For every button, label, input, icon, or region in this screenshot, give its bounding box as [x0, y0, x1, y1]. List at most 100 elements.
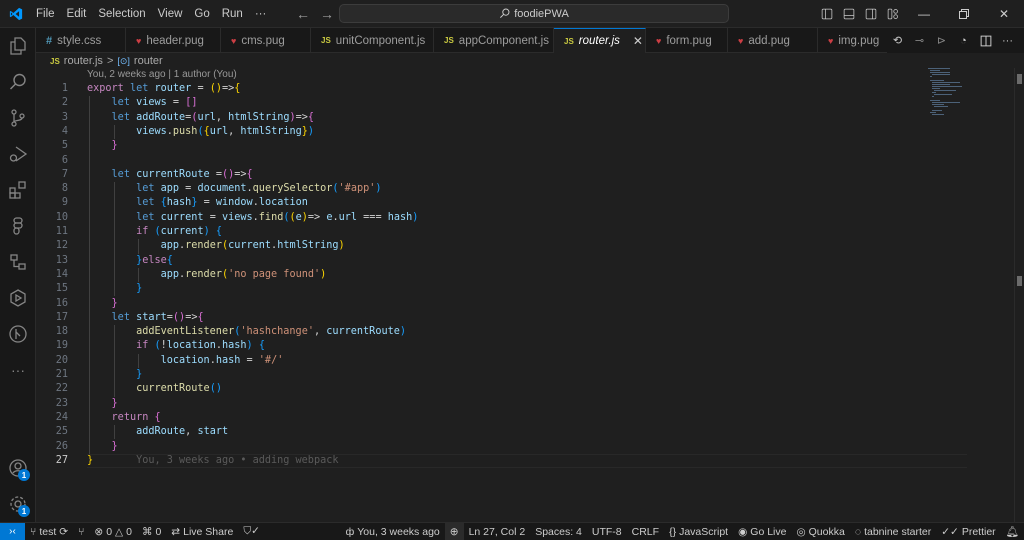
figma-icon[interactable]: [0, 208, 36, 244]
remote-explorer-icon[interactable]: [0, 244, 36, 280]
code-line[interactable]: 17 let start=()=>{: [36, 311, 936, 325]
tab-unitcomponent-js[interactable]: JS unitComponent.js: [311, 28, 434, 53]
code-line[interactable]: 16 }: [36, 297, 936, 311]
indentation[interactable]: Spaces: 4: [530, 523, 587, 540]
tab-cms-pug[interactable]: ♥ cms.pug: [221, 28, 311, 53]
cursor-position[interactable]: Ln 27, Col 2: [464, 523, 531, 540]
tabnine-button[interactable]: ◌ tabnine starter: [850, 523, 936, 540]
code-line[interactable]: 22 currentRoute(): [36, 382, 936, 396]
close-tab-icon[interactable]: ✕: [633, 34, 643, 48]
go-live-button[interactable]: ◉ Go Live: [733, 523, 791, 540]
end-of-line[interactable]: CRLF: [627, 523, 664, 540]
menu-bar: File Edit Selection View Go Run ···: [30, 0, 272, 28]
code-line[interactable]: 26 }: [36, 440, 936, 454]
restore-icon[interactable]: [944, 0, 984, 28]
code-line[interactable]: 18 addEventListener('hashchange', curren…: [36, 325, 936, 339]
code-line[interactable]: 15 }: [36, 282, 936, 296]
git-blame-status[interactable]: ф You, 3 weeks ago: [341, 523, 445, 540]
code-line[interactable]: 14 app.render('no page found'): [36, 268, 936, 282]
tab-add-pug[interactable]: ♥ add.pug: [728, 28, 818, 53]
close-icon[interactable]: ✕: [984, 0, 1024, 28]
tab-router-js[interactable]: JS router.js ✕: [554, 28, 646, 53]
git-graph-timeline-icon[interactable]: ◔: [953, 28, 974, 53]
menu-view[interactable]: View: [152, 0, 189, 28]
toggle-panel-icon[interactable]: [838, 0, 860, 28]
code-line[interactable]: 10 let current = views.find((e)=> e.url …: [36, 211, 936, 225]
breadcrumb-symbol[interactable]: router: [134, 55, 163, 67]
menu-edit[interactable]: Edit: [61, 0, 93, 28]
encoding[interactable]: UTF-8: [587, 523, 627, 540]
git-graph-status-icon[interactable]: ⑂: [73, 523, 89, 540]
menu-file[interactable]: File: [30, 0, 61, 28]
code-line[interactable]: 27} You, 3 weeks ago • adding webpack: [36, 453, 967, 469]
minimize-icon[interactable]: —: [904, 0, 944, 28]
back-arrow-icon[interactable]: ←: [294, 6, 312, 22]
code-line[interactable]: 19 if (!location.hash) {: [36, 339, 936, 353]
tab-style-css[interactable]: # style.css: [36, 28, 126, 53]
code-line[interactable]: 7 let currentRoute =()=>{: [36, 168, 936, 182]
prettier-button[interactable]: ✓✓ Prettier: [936, 523, 1000, 540]
remote-indicator-icon[interactable]: ›‹: [0, 522, 25, 540]
tab-img-pug[interactable]: ♥ img.pug: [818, 28, 898, 53]
code-line[interactable]: 25 addRoute, start: [36, 425, 936, 439]
split-editor-icon[interactable]: [975, 28, 996, 53]
code-line[interactable]: 1 export let router = ()=>{: [36, 82, 936, 96]
quokka-button[interactable]: ◎ Quokka: [791, 523, 849, 540]
language-mode[interactable]: {} JavaScript: [664, 523, 733, 540]
search-icon[interactable]: [0, 64, 36, 100]
more-icon[interactable]: ···: [0, 352, 36, 388]
open-changes-icon[interactable]: ⊸: [909, 28, 930, 53]
code-line[interactable]: 23 }: [36, 397, 936, 411]
code-line[interactable]: 4 views.push({url, htmlString}): [36, 125, 936, 139]
toggle-secondary-sidebar-icon[interactable]: [860, 0, 882, 28]
accounts-icon[interactable]: 1: [0, 450, 36, 486]
git-codelens[interactable]: You, 2 weeks ago | 1 author (You): [87, 69, 237, 80]
code-line[interactable]: 21 }: [36, 368, 936, 382]
command-center-search[interactable]: foodiePWA: [339, 4, 729, 23]
live-share-panel-icon[interactable]: [0, 280, 36, 316]
menu-selection[interactable]: Selection: [92, 0, 151, 28]
tab-appcomponent-js[interactable]: JS appComponent.js: [434, 28, 554, 53]
live-share-button[interactable]: ⇄ Live Share: [166, 523, 238, 540]
ports-indicator[interactable]: ⌘ 0: [137, 523, 166, 540]
code-line[interactable]: 13 }else{: [36, 254, 936, 268]
problems-indicator[interactable]: ⊗ 0 △ 0: [89, 523, 137, 540]
vertical-scrollbar[interactable]: [1014, 68, 1024, 522]
zoom-icon[interactable]: ⊕: [444, 522, 464, 540]
explorer-icon[interactable]: [0, 28, 36, 64]
branch-indicator[interactable]: ⑂ test ⟳: [25, 523, 73, 540]
code-line[interactable]: 20 location.hash = '#/': [36, 354, 936, 368]
code-line[interactable]: 8 let app = document.querySelector('#app…: [36, 182, 936, 196]
code-line[interactable]: 2 let views = []: [36, 96, 936, 110]
menu-more[interactable]: ···: [249, 0, 273, 28]
menu-run[interactable]: Run: [216, 0, 249, 28]
code-line[interactable]: 24 return {: [36, 411, 936, 425]
code-line[interactable]: 3 let addRoute=(url, htmlString)=>{: [36, 111, 936, 125]
open-next-change-icon[interactable]: ⊳: [931, 28, 952, 53]
customize-layout-icon[interactable]: [882, 0, 904, 28]
run-and-debug-icon[interactable]: [0, 136, 36, 172]
code-line[interactable]: 11 if (current) {: [36, 225, 936, 239]
git-graph-icon[interactable]: [0, 316, 36, 352]
settings-gear-icon[interactable]: 1: [0, 486, 36, 522]
notifications-bell-icon[interactable]: 🔔︎: [1001, 523, 1024, 540]
sync-icon[interactable]: ⟳: [59, 526, 68, 538]
forward-arrow-icon[interactable]: →: [318, 6, 336, 22]
code-line[interactable]: 12 app.render(current.htmlString): [36, 239, 936, 253]
tab-form-pug[interactable]: ♥ form.pug: [646, 28, 728, 53]
code-line[interactable]: 5 }: [36, 139, 936, 153]
menu-go[interactable]: Go: [188, 0, 215, 28]
security-check-icon[interactable]: ⛉✓: [238, 523, 265, 540]
tab-header-pug[interactable]: ♥ header.pug: [126, 28, 221, 53]
more-actions-icon[interactable]: ···: [997, 28, 1018, 53]
code-line[interactable]: 6: [36, 154, 936, 168]
source-control-icon[interactable]: [0, 100, 36, 136]
breadcrumb-file[interactable]: router.js: [64, 55, 103, 67]
extensions-icon[interactable]: [0, 172, 36, 208]
js-file-icon: JS: [50, 56, 60, 66]
code-line[interactable]: 9 let {hash} = window.location: [36, 196, 936, 210]
toggle-primary-sidebar-icon[interactable]: [816, 0, 838, 28]
code-editor[interactable]: 1 export let router = ()=>{2 let views = …: [36, 81, 1024, 522]
minimap[interactable]: [926, 67, 986, 117]
open-previous-change-icon[interactable]: ⟲: [887, 28, 908, 53]
